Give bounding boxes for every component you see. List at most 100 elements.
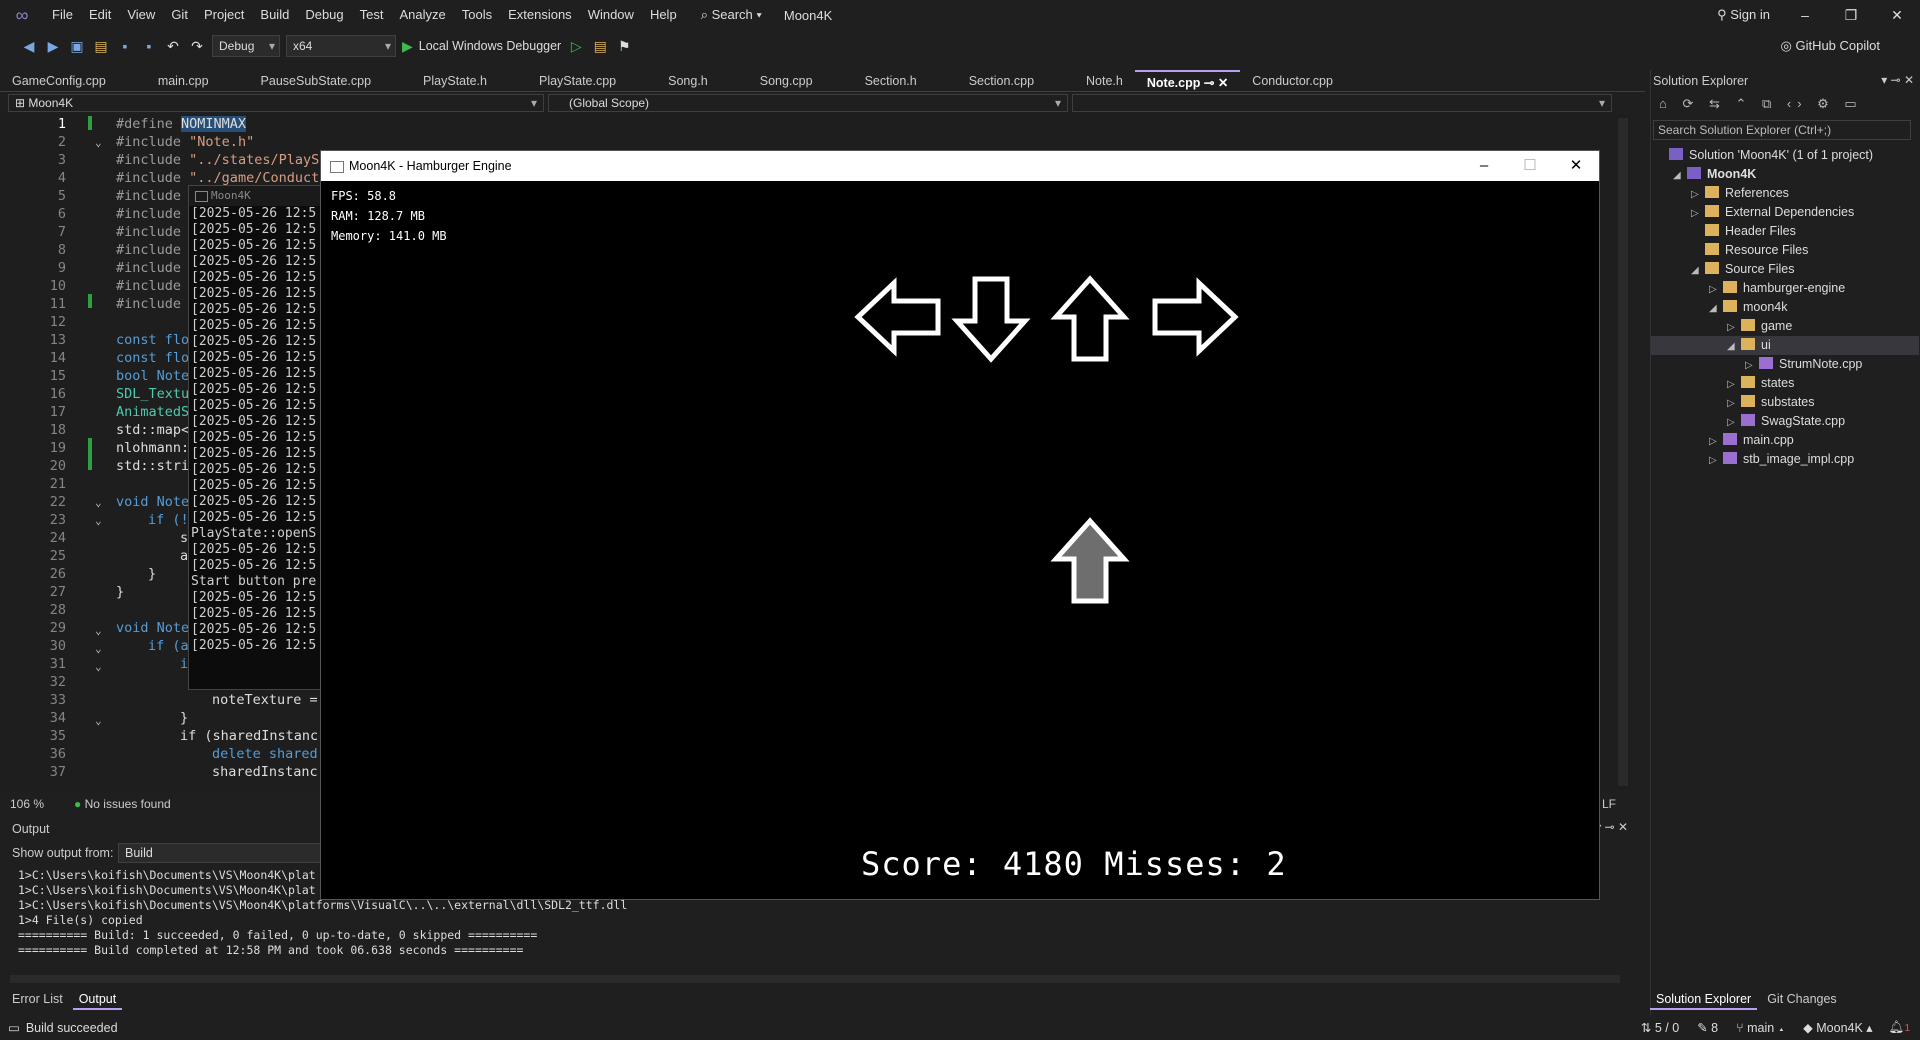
tab-song-h[interactable]: Song.h xyxy=(628,70,720,91)
expand-chevron-icon[interactable]: ◢ xyxy=(1709,299,1723,318)
search-button[interactable]: ⌕ Search ▾ xyxy=(693,7,770,23)
substates-folder-node[interactable]: ▷ substates xyxy=(1727,393,1815,412)
tab-pausesubstate-cpp[interactable]: PauseSubState.cpp xyxy=(221,70,384,91)
expand-chevron-icon[interactable]: ◢ xyxy=(1691,261,1705,280)
strumnote-cpp-node[interactable]: ▷ StrumNote.cpp xyxy=(1745,355,1862,374)
close-icon[interactable]: ✕ xyxy=(1904,73,1914,87)
moon4k-node[interactable]: ◢ moon4k xyxy=(1709,298,1787,317)
references-node[interactable]: ▷ References xyxy=(1691,184,1789,203)
resource-files-node[interactable]: Resource Files xyxy=(1691,241,1808,260)
main-cpp-node[interactable]: ▷ main.cpp xyxy=(1709,431,1794,450)
tab-conductor-cpp[interactable]: Conductor.cpp xyxy=(1240,70,1345,91)
expand-chevron-icon[interactable]: ▷ xyxy=(1745,356,1759,375)
tab-note-cpp[interactable]: Note.cpp ⊸ ✕ xyxy=(1134,70,1241,91)
states-folder-node[interactable]: ▷ states xyxy=(1727,374,1794,393)
ui-folder-node[interactable]: ◢ ui xyxy=(1651,336,1919,355)
solution-explorer-toolbar[interactable]: ⌂ ⟳ ⇆ ⌃ ⧉ ‹› ⚙ ▭ xyxy=(1659,96,1863,112)
line-changes[interactable]: ⇅ 5 / 0 xyxy=(1641,1020,1679,1035)
local-debugger-button[interactable]: Local Windows Debugger xyxy=(419,39,561,53)
expand-chevron-icon[interactable]: ▷ xyxy=(1709,432,1723,451)
tab-playstate-cpp[interactable]: PlayState.cpp xyxy=(499,70,628,91)
stb-image-impl-cpp-node[interactable]: ▷ stb_image_impl.cpp xyxy=(1709,450,1854,469)
save-all-icon[interactable]: ▪ xyxy=(140,37,158,55)
dropdown-icon[interactable]: ▾ xyxy=(1881,73,1890,87)
configuration-select[interactable]: Debug xyxy=(212,35,280,57)
tab-note-h[interactable]: Note.h xyxy=(1046,70,1135,91)
tab-gameconfig-cpp[interactable]: GameConfig.cpp xyxy=(0,70,118,91)
vertical-scrollbar[interactable] xyxy=(1618,118,1628,786)
tab-solution-explorer[interactable]: Solution Explorer xyxy=(1650,988,1758,1010)
menu-view[interactable]: View xyxy=(119,0,163,30)
folder-icon[interactable]: ▤ xyxy=(591,37,609,55)
game-close-button[interactable]: ✕ xyxy=(1553,151,1599,181)
menu-test[interactable]: Test xyxy=(352,0,392,30)
zoom-level[interactable]: 106 % xyxy=(10,797,44,811)
pin-icon[interactable]: ⊸ xyxy=(1605,820,1618,834)
source-files-node[interactable]: ◢ Source Files xyxy=(1691,260,1794,279)
project-dropdown[interactable]: ⊞ Moon4K xyxy=(8,94,544,112)
game-maximize-button[interactable]: ☐ xyxy=(1507,151,1553,181)
menu-extensions[interactable]: Extensions xyxy=(500,0,580,30)
undo-icon[interactable]: ↶ xyxy=(164,37,182,55)
expand-chevron-icon[interactable]: ▷ xyxy=(1709,280,1723,299)
expand-chevron-icon[interactable]: ▷ xyxy=(1727,375,1741,394)
expand-chevron-icon[interactable]: ▷ xyxy=(1709,451,1723,470)
redo-icon[interactable]: ↷ xyxy=(188,37,206,55)
pin-icon[interactable]: ⊸ xyxy=(1891,73,1904,87)
expand-chevron-icon[interactable]: ▷ xyxy=(1727,318,1741,337)
hamburger-engine-node[interactable]: ▷ hamburger-engine xyxy=(1709,279,1845,298)
menu-git[interactable]: Git xyxy=(163,0,196,30)
tab-section-cpp[interactable]: Section.cpp xyxy=(929,70,1046,91)
expand-chevron-icon[interactable]: ▷ xyxy=(1691,204,1705,223)
open-folder-icon[interactable]: ▤ xyxy=(92,37,110,55)
game-window[interactable]: Moon4K - Hamburger Engine – ☐ ✕ FPS: 58.… xyxy=(320,150,1600,900)
expand-chevron-icon[interactable]: ◢ xyxy=(1673,166,1687,185)
fold-chevron-icon[interactable]: ⌄ xyxy=(95,624,102,637)
tab-output[interactable]: Output xyxy=(72,988,123,1010)
game-folder-node[interactable]: ▷ game xyxy=(1727,317,1792,336)
close-button[interactable]: ✕ xyxy=(1874,0,1920,30)
sign-in-button[interactable]: ⚲ Sign in xyxy=(1717,0,1770,30)
repo-selector[interactable]: ◆ Moon4K ▴ xyxy=(1803,1020,1872,1035)
fold-chevron-icon[interactable]: ⌄ xyxy=(95,136,102,149)
menu-build[interactable]: Build xyxy=(252,0,297,30)
pin-icon[interactable]: ⊸ xyxy=(1204,76,1214,90)
new-project-icon[interactable]: ▣ xyxy=(68,37,86,55)
menu-edit[interactable]: Edit xyxy=(81,0,119,30)
expand-chevron-icon[interactable]: ◢ xyxy=(1727,337,1741,356)
fold-chevron-icon[interactable]: ⌄ xyxy=(95,714,102,727)
tab-error-list[interactable]: Error List xyxy=(6,988,69,1010)
fold-chevron-icon[interactable]: ⌄ xyxy=(95,642,102,655)
scope-dropdown[interactable]: (Global Scope) xyxy=(548,94,1068,112)
menu-help[interactable]: Help xyxy=(642,0,685,30)
header-files-node[interactable]: Header Files xyxy=(1691,222,1796,241)
menu-analyze[interactable]: Analyze xyxy=(391,0,453,30)
visual-studio-logo-icon[interactable]: ∞ xyxy=(0,0,44,30)
menu-project[interactable]: Project xyxy=(196,0,252,30)
start-without-debugging-icon[interactable]: ▷ xyxy=(567,37,585,55)
notifications[interactable]: 🔔︎1 xyxy=(1889,1020,1910,1035)
issues-indicator[interactable]: ● No issues found xyxy=(74,797,171,811)
close-tab-icon[interactable]: ✕ xyxy=(1218,76,1228,90)
tab-git-changes[interactable]: Git Changes xyxy=(1761,988,1842,1010)
external-dependencies-node[interactable]: ▷ External Dependencies xyxy=(1691,203,1854,222)
horizontal-scrollbar[interactable] xyxy=(10,975,1620,983)
member-dropdown[interactable] xyxy=(1072,94,1612,112)
github-copilot-button[interactable]: ◎ GitHub Copilot xyxy=(1780,30,1880,62)
swagstate-cpp-node[interactable]: ▷ SwagState.cpp xyxy=(1727,412,1845,431)
console-window[interactable]: Moon4K [2025-05-26 12:5 [2025-05-26 12:5[… xyxy=(188,185,328,690)
restore-button[interactable]: ❐ xyxy=(1828,0,1874,30)
output-source-select[interactable]: Build xyxy=(118,843,328,863)
tab-song-cpp[interactable]: Song.cpp xyxy=(720,70,825,91)
branch-selector[interactable]: ⑂ main ▴ xyxy=(1736,1021,1785,1035)
menu-file[interactable]: File xyxy=(44,0,81,30)
edits-count[interactable]: ✎ 8 xyxy=(1697,1020,1718,1035)
solution-node[interactable]: Solution 'Moon4K' (1 of 1 project) xyxy=(1655,146,1873,165)
menu-window[interactable]: Window xyxy=(580,0,642,30)
menu-tools[interactable]: Tools xyxy=(454,0,500,30)
start-debugging-icon[interactable]: ▶ xyxy=(402,38,413,55)
close-icon[interactable]: ✕ xyxy=(1618,820,1628,834)
menu-debug[interactable]: Debug xyxy=(297,0,351,30)
back-icon[interactable]: ◀ xyxy=(20,37,38,55)
tab-main-cpp[interactable]: main.cpp xyxy=(118,70,221,91)
